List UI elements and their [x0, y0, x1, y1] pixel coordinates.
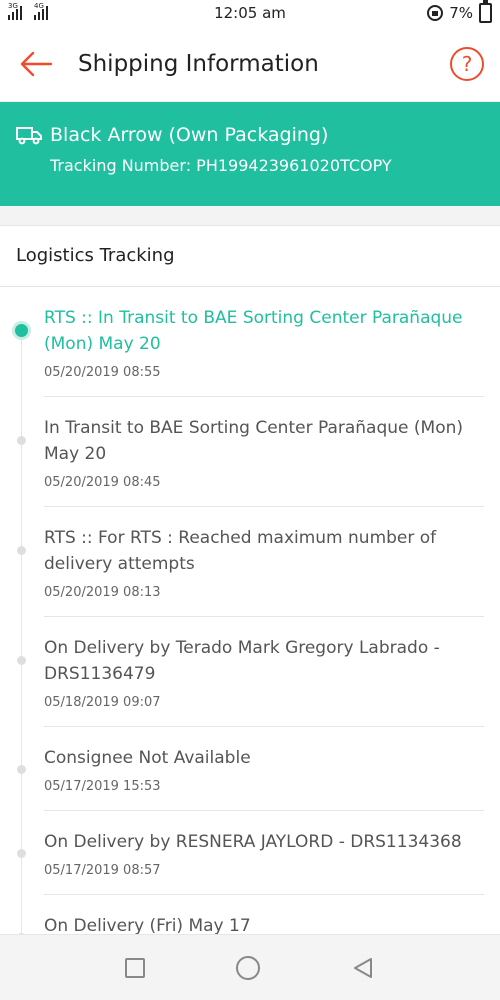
help-button[interactable]: ? — [450, 46, 484, 81]
help-icon: ? — [461, 51, 473, 76]
battery-icon — [479, 0, 492, 23]
timeline-event: In Transit to BAE Sorting Center Parañaq… — [0, 397, 500, 507]
dot-icon — [17, 436, 26, 445]
tracking-number[interactable]: Tracking Number: PH199423961020TCOPY — [50, 156, 484, 175]
event-time: 05/18/2019 09:07 — [44, 695, 161, 710]
event-description: RTS :: For RTS : Reached maximum number … — [44, 528, 437, 574]
event-description: On Delivery by RESNERA JAYLORD - DRS1134… — [44, 832, 462, 852]
event-time: 05/20/2019 08:13 — [44, 585, 161, 600]
event-description: In Transit to BAE Sorting Center Parañaq… — [44, 418, 464, 464]
back-triangle-icon[interactable] — [351, 956, 375, 980]
timeline-event: RTS :: For RTS : Reached maximum number … — [0, 507, 500, 617]
arrow-left-icon — [20, 51, 53, 76]
system-nav-bar — [0, 934, 500, 1000]
event-description: RTS :: In Transit to BAE Sorting Center … — [44, 308, 463, 354]
timeline-event: Consignee Not Available 05/17/2019 15:53 — [0, 727, 500, 811]
event-description: On Delivery (Fri) May 17 — [44, 916, 251, 934]
dot-icon — [17, 849, 26, 858]
truck-icon — [16, 127, 42, 145]
event-time: 05/20/2019 08:55 — [44, 365, 161, 380]
logistics-tracking-title: Logistics Tracking — [0, 227, 500, 287]
active-dot-icon — [15, 324, 28, 337]
timeline-event: On Delivery by RESNERA JAYLORD - DRS1134… — [0, 811, 500, 895]
timeline-event: On Delivery (Fri) May 17 — [0, 895, 500, 934]
dot-icon — [17, 546, 26, 555]
carrier-name: Black Arrow (Own Packaging) — [50, 124, 329, 146]
page-title: Shipping Information — [78, 50, 319, 77]
event-description: Consignee Not Available — [44, 748, 251, 768]
event-time: 05/17/2019 15:53 — [44, 779, 161, 794]
dot-icon — [17, 656, 26, 665]
tracking-timeline: RTS :: In Transit to BAE Sorting Center … — [0, 287, 500, 934]
app-bar: Shipping Information ? — [0, 26, 500, 102]
back-button[interactable] — [6, 26, 66, 102]
event-time: 05/20/2019 08:45 — [44, 475, 161, 490]
dot-icon — [17, 765, 26, 774]
section-divider — [0, 206, 500, 226]
event-time: 05/17/2019 08:57 — [44, 863, 161, 878]
status-bar: 3G 4G 12:05 am 7% — [0, 0, 500, 26]
timeline-event: RTS :: In Transit to BAE Sorting Center … — [0, 287, 500, 397]
timeline-event: On Delivery by Terado Mark Gregory Labra… — [0, 617, 500, 727]
home-button[interactable] — [235, 955, 260, 980]
shipment-banner: Black Arrow (Own Packaging) Tracking Num… — [0, 102, 500, 206]
clock: 12:05 am — [214, 4, 286, 22]
recents-button[interactable] — [125, 957, 146, 978]
event-description: On Delivery by Terado Mark Gregory Labra… — [44, 638, 440, 684]
